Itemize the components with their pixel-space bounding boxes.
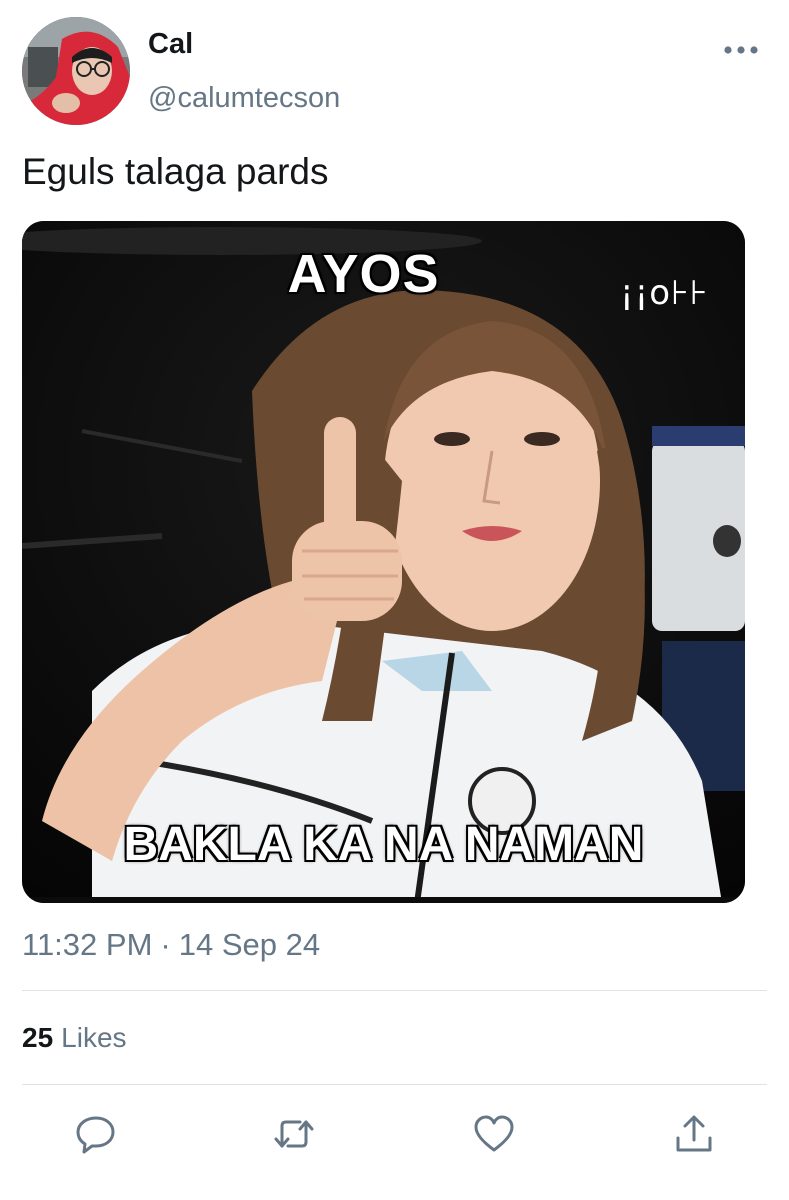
share-icon: [676, 1115, 712, 1152]
divider: [22, 1084, 767, 1085]
divider: [22, 990, 767, 991]
avatar-photo: [22, 17, 130, 125]
like-icon: [474, 1115, 514, 1152]
tweet-date: 14 Sep 24: [178, 927, 321, 962]
meme-bottom-caption: BAKLA KA NA NAMAN: [123, 818, 644, 871]
share-button[interactable]: [672, 1112, 716, 1156]
tweet-media[interactable]: AYOS ¡¡o⊦⊦ BAKLA KA NA NAMAN: [22, 221, 745, 903]
likes-stat[interactable]: 25 Likes: [22, 1021, 127, 1055]
likes-label: Likes: [61, 1022, 127, 1053]
tweet-text: Eguls talaga pards: [22, 151, 329, 192]
reply-button[interactable]: [74, 1112, 118, 1156]
likes-count: 25: [22, 1022, 54, 1053]
retweet-button[interactable]: [272, 1112, 316, 1156]
retweet-icon: [274, 1120, 314, 1148]
reply-icon: [76, 1116, 115, 1154]
display-name[interactable]: Cal: [148, 26, 193, 62]
more-options-button[interactable]: [718, 38, 764, 62]
meme-watermark: ¡¡o⊦⊦: [620, 273, 709, 313]
tweet-time: 11:32 PM: [22, 927, 153, 962]
more-icon: [724, 46, 758, 54]
avatar[interactable]: [22, 17, 130, 125]
meme-image: [22, 221, 745, 903]
timestamp-separator: ·: [160, 927, 171, 962]
user-handle[interactable]: @calumtecson: [148, 80, 340, 116]
tweet-timestamp[interactable]: 11:32 PM · 14 Sep 24: [22, 926, 320, 964]
like-button[interactable]: [472, 1112, 516, 1156]
